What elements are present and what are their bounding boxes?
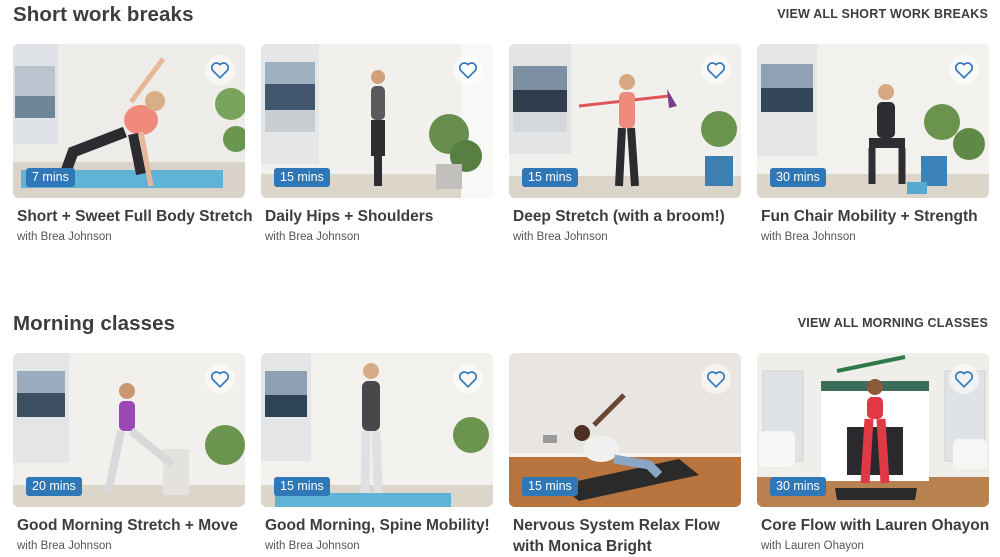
duration-badge: 30 mins (770, 477, 826, 496)
duration-badge: 30 mins (770, 168, 826, 187)
duration-badge: 20 mins (26, 477, 82, 496)
instructor-name: with Brea Johnson (17, 540, 112, 552)
class-card[interactable]: 15 mins Nervous System Relax Flow with M… (509, 353, 741, 557)
duration-badge: 15 mins (274, 168, 330, 187)
class-thumbnail[interactable]: 30 mins (757, 44, 989, 198)
heart-outline-icon (706, 371, 726, 388)
class-thumbnail[interactable]: 30 mins (757, 353, 989, 507)
class-card[interactable]: 20 mins Good Morning Stretch + Move with… (13, 353, 245, 552)
class-title[interactable]: Short + Sweet Full Body Stretch (13, 206, 253, 227)
section-title: Short work breaks (13, 3, 194, 26)
class-thumbnail[interactable]: 15 mins (261, 44, 493, 198)
instructor-name: with Lauren Ohayon (761, 540, 864, 552)
class-title[interactable]: Fun Chair Mobility + Strength (757, 206, 997, 227)
class-card[interactable]: 30 mins Fun Chair Mobility + Strength wi… (757, 44, 989, 243)
favorite-button[interactable] (205, 55, 235, 85)
duration-badge: 15 mins (522, 168, 578, 187)
heart-outline-icon (706, 62, 726, 79)
instructor-name: with Brea Johnson (265, 231, 360, 243)
instructor-name: with Brea Johnson (513, 231, 608, 243)
view-all-short-work-breaks-link[interactable]: VIEW ALL SHORT WORK BREAKS (777, 7, 988, 21)
duration-badge: 7 mins (26, 168, 75, 187)
class-title[interactable]: Deep Stretch (with a broom!) (509, 206, 749, 227)
favorite-button[interactable] (949, 55, 979, 85)
class-title[interactable]: Core Flow with Lauren Ohayon (757, 515, 997, 536)
favorite-button[interactable] (205, 364, 235, 394)
heart-outline-icon (954, 371, 974, 388)
class-thumbnail[interactable]: 15 mins (509, 44, 741, 198)
class-title[interactable]: Daily Hips + Shoulders (261, 206, 501, 227)
favorite-button[interactable] (949, 364, 979, 394)
class-thumbnail[interactable]: 7 mins (13, 44, 245, 198)
duration-badge: 15 mins (274, 477, 330, 496)
duration-badge: 15 mins (522, 477, 578, 496)
heart-outline-icon (210, 371, 230, 388)
heart-outline-icon (458, 62, 478, 79)
class-title[interactable]: Nervous System Relax Flow with Monica Br… (509, 515, 749, 557)
class-card[interactable]: 7 mins Short + Sweet Full Body Stretch w… (13, 44, 253, 243)
class-title[interactable]: Good Morning, Spine Mobility! (261, 515, 501, 536)
class-card[interactable]: 15 mins Good Morning, Spine Mobility! wi… (261, 353, 493, 552)
section-title: Morning classes (13, 312, 176, 335)
favorite-button[interactable] (701, 364, 731, 394)
class-thumbnail[interactable]: 15 mins (509, 353, 741, 507)
heart-outline-icon (458, 371, 478, 388)
instructor-name: with Brea Johnson (17, 231, 112, 243)
class-thumbnail[interactable]: 15 mins (261, 353, 493, 507)
favorite-button[interactable] (453, 364, 483, 394)
heart-outline-icon (210, 62, 230, 79)
class-card[interactable]: 15 mins Daily Hips + Shoulders with Brea… (261, 44, 493, 243)
instructor-name: with Brea Johnson (265, 540, 360, 552)
view-all-morning-classes-link[interactable]: VIEW ALL MORNING CLASSES (798, 316, 988, 330)
class-title[interactable]: Good Morning Stretch + Move (13, 515, 253, 536)
class-card[interactable]: 15 mins Deep Stretch (with a broom!) wit… (509, 44, 741, 243)
heart-outline-icon (954, 62, 974, 79)
instructor-name: with Brea Johnson (761, 231, 856, 243)
favorite-button[interactable] (701, 55, 731, 85)
class-card[interactable]: 30 mins Core Flow with Lauren Ohayon wit… (757, 353, 989, 552)
favorite-button[interactable] (453, 55, 483, 85)
class-thumbnail[interactable]: 20 mins (13, 353, 245, 507)
